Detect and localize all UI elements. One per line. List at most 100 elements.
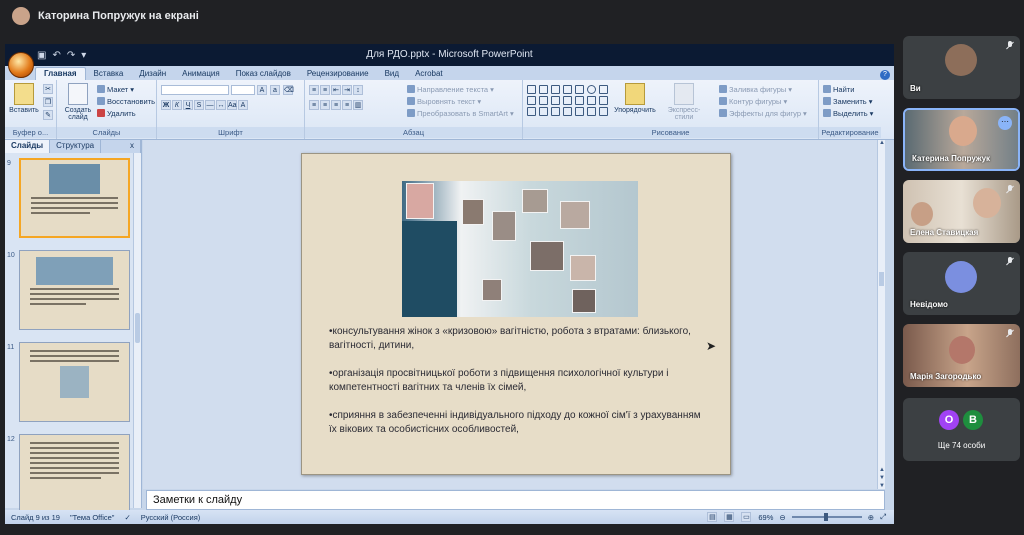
decrease-indent-icon[interactable]: ⇤ <box>331 85 341 95</box>
presenter-title: Каторина Попружук на екрані <box>38 10 199 22</box>
strike-icon[interactable]: — <box>205 100 215 110</box>
participant-chip: О <box>939 410 959 430</box>
arrange-icon <box>625 83 645 105</box>
tab-view[interactable]: Вид <box>377 68 407 80</box>
font-color-icon[interactable]: A <box>238 100 248 110</box>
slide-bullets: •консультування жінок з «кризовою» вагіт… <box>329 325 709 451</box>
participant-chip: В <box>963 410 983 430</box>
powerpoint-window: ▣ ↶ ↷ ▾ Для РДО.pptx - Microsoft PowerPo… <box>5 44 894 524</box>
ribbon-tabs: Главная Вставка Дизайн Анимация Показ сл… <box>5 66 894 80</box>
sorter-view-icon[interactable]: ▦ <box>724 512 735 522</box>
align-center-icon[interactable]: ≡ <box>320 100 330 110</box>
find-button[interactable]: Найти <box>823 83 877 95</box>
tab-review[interactable]: Рецензирование <box>299 68 377 80</box>
spellcheck-icon[interactable]: ✓ <box>124 513 130 522</box>
fit-slide-icon[interactable]: ⤢ <box>880 512 886 522</box>
select-button[interactable]: Выделить ▾ <box>823 107 877 119</box>
layout-button[interactable]: Макет ▾ <box>97 83 155 95</box>
numbering-icon[interactable]: ≡ <box>320 85 330 95</box>
spacing-icon[interactable]: ↔ <box>216 100 226 110</box>
shape-fill-button[interactable]: Заливка фигуры ▾ <box>719 83 807 95</box>
reset-button[interactable]: Восстановить <box>97 95 155 107</box>
participant-tile[interactable]: Елена Ставицкая <box>903 180 1020 243</box>
tab-slides-pane[interactable]: Слайды <box>5 140 51 153</box>
group-editing: Найти Заменить ▾ Выделить ▾ Редактирован… <box>819 80 881 139</box>
delete-slide-button[interactable]: Удалить <box>97 107 155 119</box>
pane-scrollbar[interactable] <box>133 153 141 508</box>
slide-thumbnail[interactable]: 11 <box>7 342 133 424</box>
zoom-slider[interactable] <box>791 513 862 521</box>
italic-icon[interactable]: К <box>172 100 182 110</box>
slide-scrollbar[interactable]: ▲ ▲ ▼ ▼ <box>877 140 885 489</box>
more-participants-tile[interactable]: О В Ще 74 особи <box>903 398 1020 461</box>
align-left-icon[interactable]: ≡ <box>309 100 319 110</box>
grow-font-icon[interactable]: A <box>257 85 267 95</box>
font-name-input[interactable] <box>161 85 229 95</box>
quick-styles-icon <box>674 83 694 105</box>
arrange-button[interactable]: Упорядочить <box>614 83 656 114</box>
align-text-button[interactable]: Выровнять текст ▾ <box>407 95 514 107</box>
copy-icon[interactable]: ❐ <box>43 97 53 107</box>
columns-icon[interactable]: ▥ <box>353 100 363 110</box>
zoom-out-icon[interactable]: ⊖ <box>779 513 785 522</box>
participant-tile[interactable]: Ви <box>903 36 1020 99</box>
shadow-icon[interactable]: S <box>194 100 204 110</box>
quick-styles-button[interactable]: Экспресс-стили <box>659 83 709 121</box>
tab-design[interactable]: Дизайн <box>131 68 174 80</box>
justify-icon[interactable]: ≡ <box>342 100 352 110</box>
normal-view-icon[interactable]: ▤ <box>707 512 718 522</box>
align-right-icon[interactable]: ≡ <box>331 100 341 110</box>
paste-button[interactable]: Вставить <box>9 83 39 114</box>
avatar <box>945 261 977 293</box>
participant-tile[interactable]: Марія Загородько <box>903 324 1020 387</box>
shape-outline-button[interactable]: Контур фигуры ▾ <box>719 95 807 107</box>
current-slide[interactable]: •консультування жінок з «кризовою» вагіт… <box>301 153 731 475</box>
increase-indent-icon[interactable]: ⇥ <box>342 85 352 95</box>
zoom-level[interactable]: 69% <box>758 513 773 522</box>
shrink-font-icon[interactable]: a <box>270 85 280 95</box>
notes-field[interactable]: Заметки к слайду <box>146 490 885 510</box>
theme-name: "Тема Office" <box>69 512 115 522</box>
slide-thumbnail[interactable]: 12 <box>7 434 133 516</box>
tab-home[interactable]: Главная <box>35 67 86 80</box>
tab-acrobat[interactable]: Acrobat <box>407 68 451 80</box>
close-pane-icon[interactable]: x <box>124 140 141 153</box>
text-direction-button[interactable]: Направление текста ▾ <box>407 83 514 95</box>
slide-thumbnail[interactable]: 10 <box>7 250 133 332</box>
slide-thumbnail[interactable]: 9 <box>7 158 133 240</box>
zoom-in-icon[interactable]: ⊕ <box>868 513 874 522</box>
tab-slideshow[interactable]: Показ слайдов <box>228 68 299 80</box>
underline-icon[interactable]: Ч <box>183 100 193 110</box>
font-size-input[interactable] <box>231 85 255 95</box>
tab-insert[interactable]: Вставка <box>86 68 132 80</box>
cut-icon[interactable]: ✂ <box>43 84 53 94</box>
format-painter-icon[interactable]: ✎ <box>43 110 53 120</box>
bullets-icon[interactable]: ≡ <box>309 85 319 95</box>
title-bar: ▣ ↶ ↷ ▾ Для РДО.pptx - Microsoft PowerPo… <box>5 44 894 78</box>
slideshow-view-icon[interactable]: ▭ <box>741 512 752 522</box>
more-options-icon[interactable]: ⋯ <box>998 116 1012 130</box>
bullet-2: •організація просвітницької роботи з під… <box>329 368 669 393</box>
group-font: A a ⌫ Ж К Ч S — ↔ Aa A Шрифт <box>157 80 305 139</box>
ribbon: Вставить ✂ ❐ ✎ Буфер о... Создать слайд … <box>5 80 894 140</box>
clear-format-icon[interactable]: ⌫ <box>283 85 294 95</box>
status-bar: Слайд 9 из 19 "Тема Office" ✓ Русский (Р… <box>5 510 894 524</box>
participant-tile[interactable]: Невідомо <box>903 252 1020 315</box>
replace-button[interactable]: Заменить ▾ <box>823 95 877 107</box>
presenter-bar: Каторина Попружук на екрані <box>0 0 1024 32</box>
new-slide-button[interactable]: Создать слайд <box>61 83 95 121</box>
bold-icon[interactable]: Ж <box>161 100 171 110</box>
tab-animation[interactable]: Анимация <box>174 68 228 80</box>
office-button[interactable] <box>8 52 34 78</box>
mic-off-icon <box>1006 257 1014 266</box>
tab-outline-pane[interactable]: Структура <box>50 140 102 153</box>
smartart-button[interactable]: Преобразовать в SmartArt ▾ <box>407 107 514 119</box>
more-participants-label: Ще 74 особи <box>937 441 986 450</box>
participant-tile-active[interactable]: ⋯ Катерина Попружук <box>903 108 1020 171</box>
shape-effects-button[interactable]: Эффекты для фигур ▾ <box>719 107 807 119</box>
case-icon[interactable]: Aa <box>227 100 237 110</box>
line-spacing-icon[interactable]: ↕ <box>353 85 363 95</box>
help-icon[interactable]: ? <box>880 70 890 80</box>
new-slide-icon <box>68 83 88 105</box>
bullet-1: •консультування жінок з «кризовою» вагіт… <box>329 326 691 351</box>
